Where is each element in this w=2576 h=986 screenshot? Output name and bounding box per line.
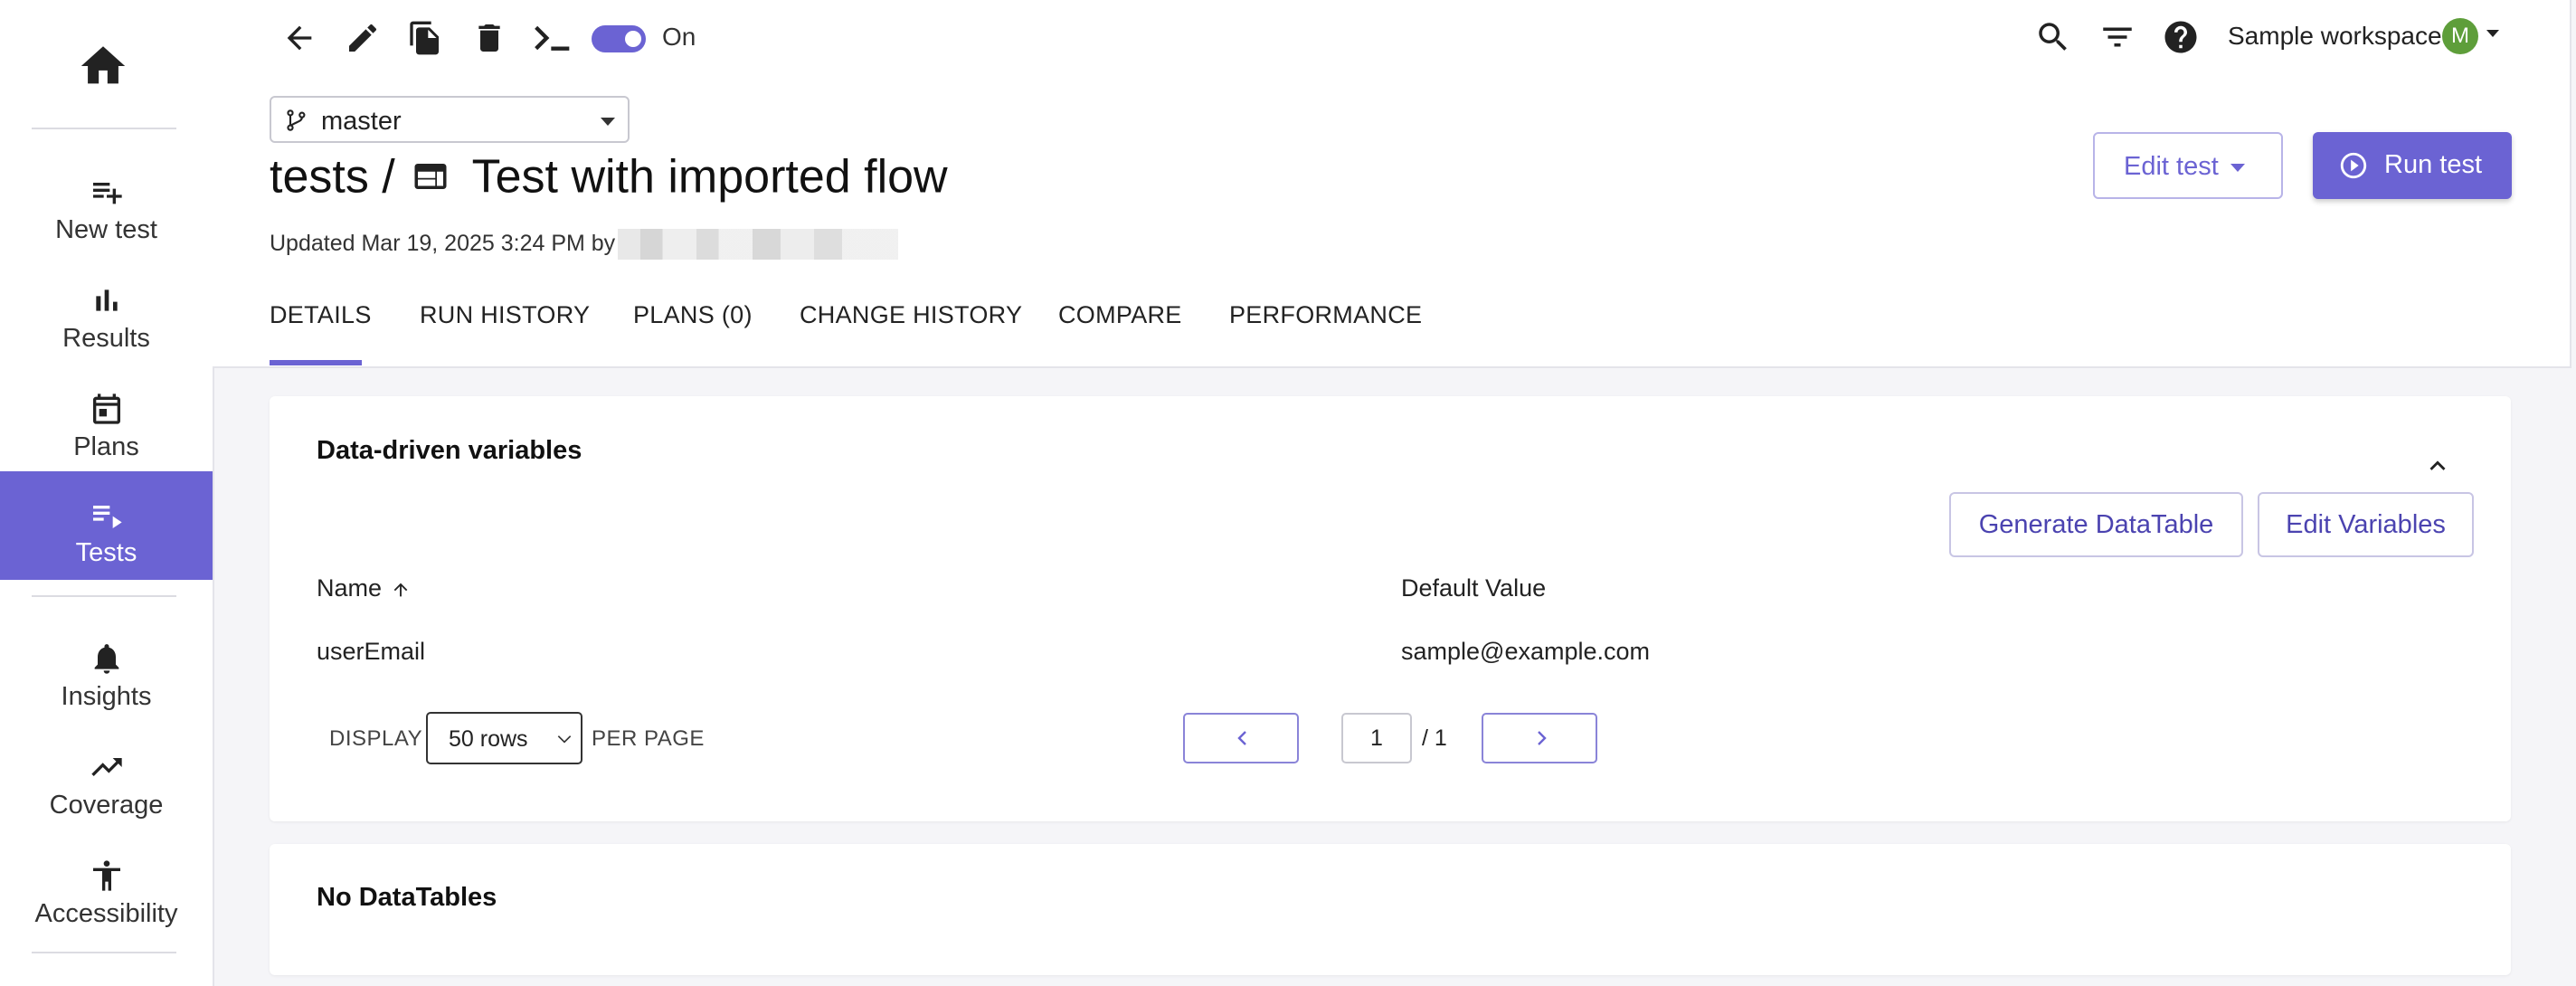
chevron-right-icon [1538,731,1547,745]
page-total: / 1 [1422,725,1447,751]
sidebar-divider [32,128,176,129]
title-prefix: tests / [270,150,395,204]
terminal-icon[interactable] [531,20,574,56]
sidebar-item-coverage[interactable]: Coverage [0,724,213,832]
help-icon[interactable] [2162,18,2200,56]
per-page-label: PER PAGE [592,726,705,751]
variables-title: Data-driven variables [317,436,582,465]
bell-icon [94,644,118,674]
active-tab-indicator [270,360,362,365]
sidebar-item-results[interactable]: Results [0,257,213,365]
test-title: Test with imported flow [471,150,948,204]
edit-variables-button[interactable]: Edit Variables [2258,492,2474,557]
page-title: tests / Test with imported flow [270,147,948,206]
sidebar-item-label: Tests [75,538,137,567]
sidebar-item-new-test[interactable]: New test [0,148,213,257]
copy-icon[interactable] [407,20,443,56]
sidebar-item-label: Insights [61,682,152,711]
sidebar-item-label: Results [62,324,150,353]
chevron-left-icon [1237,731,1246,745]
tab-plans[interactable]: PLANS (0) [633,301,753,329]
chevron-down-icon[interactable] [2486,30,2499,37]
filter-icon[interactable] [2098,18,2136,56]
column-header-default-value[interactable]: Default Value [1401,574,1546,602]
sidebar-item-label: Coverage [49,791,164,820]
back-arrow-icon[interactable] [281,20,317,56]
tab-compare[interactable]: COMPARE [1058,301,1182,329]
git-branch-icon [287,109,306,131]
run-test-label: Run test [2384,150,2482,179]
avatar[interactable]: M [2442,18,2478,54]
rows-per-page-value: 50 rows [449,726,528,752]
chevron-down-icon [557,735,572,744]
chevron-up-icon[interactable] [2422,450,2453,481]
tab-change-history[interactable]: CHANGE HISTORY [800,301,1022,329]
sidebar-item-label: Plans [73,432,139,461]
playlist-play-icon [92,506,122,528]
play-circle-icon [2340,152,2367,179]
edit-test-label: Edit test [2124,152,2219,181]
rows-per-page-select[interactable]: 50 rows [426,712,582,764]
generate-datatable-button[interactable]: Generate DataTable [1949,492,2243,557]
branch-select[interactable]: master [270,96,630,143]
updated-info: Updated Mar 19, 2025 3:24 PM by [270,231,616,256]
page-number-input[interactable]: 1 [1341,713,1412,763]
column-header-label: Name [317,574,383,602]
search-icon[interactable] [2034,18,2072,56]
calendar-icon [92,393,120,424]
next-page-button[interactable] [1482,713,1597,763]
sidebar-item-tests[interactable]: Tests [0,471,213,580]
chevron-down-icon [2230,164,2245,172]
prev-page-button[interactable] [1183,713,1299,763]
trending-up-icon [90,758,122,776]
edit-pencil-icon[interactable] [345,20,381,56]
run-toggle[interactable] [592,25,646,52]
variable-name-cell: userEmail [317,638,426,665]
chevron-down-icon [601,118,615,126]
sidebar-divider [32,595,176,597]
run-test-button[interactable]: Run test [2313,132,2512,199]
branch-name: master [321,107,402,136]
toggle-label: On [662,23,696,51]
sidebar-item-label: New test [55,215,157,244]
sidebar-item-accessibility[interactable]: Accessibility [0,832,213,941]
sidebar-item-insights[interactable]: Insights [0,615,213,724]
arrow-up-icon [393,583,408,597]
variables-card: Data-driven variables Generate DataTable… [270,396,2511,821]
redacted-author [618,229,898,260]
delete-icon[interactable] [471,20,507,56]
sidebar: New test Results Plans Tests Insights Co… [0,0,214,986]
datatables-title: No DataTables [317,883,497,912]
bar-chart-icon [95,289,118,311]
tab-performance[interactable]: PERFORMANCE [1229,301,1422,329]
accessibility-icon [92,860,120,891]
tab-details[interactable]: DETAILS [270,301,372,329]
column-header-name[interactable]: Name [317,574,411,602]
display-label: DISPLAY [329,726,423,751]
edit-test-button[interactable]: Edit test [2093,132,2283,199]
datatables-card: No DataTables [270,844,2511,975]
workspace-selector[interactable]: Sample workspace [2228,22,2442,51]
tab-run-history[interactable]: RUN HISTORY [420,301,590,329]
playlist-add-icon [92,183,122,204]
web-window-icon [414,164,447,190]
variable-default-cell: sample@example.com [1401,638,1651,665]
sidebar-item-label: Accessibility [34,899,178,928]
sidebar-item-plans[interactable]: Plans [0,365,213,474]
sidebar-divider [32,952,176,953]
home-icon[interactable] [75,40,131,92]
test-header: On master tests / Test with imported flo… [213,0,2571,368]
